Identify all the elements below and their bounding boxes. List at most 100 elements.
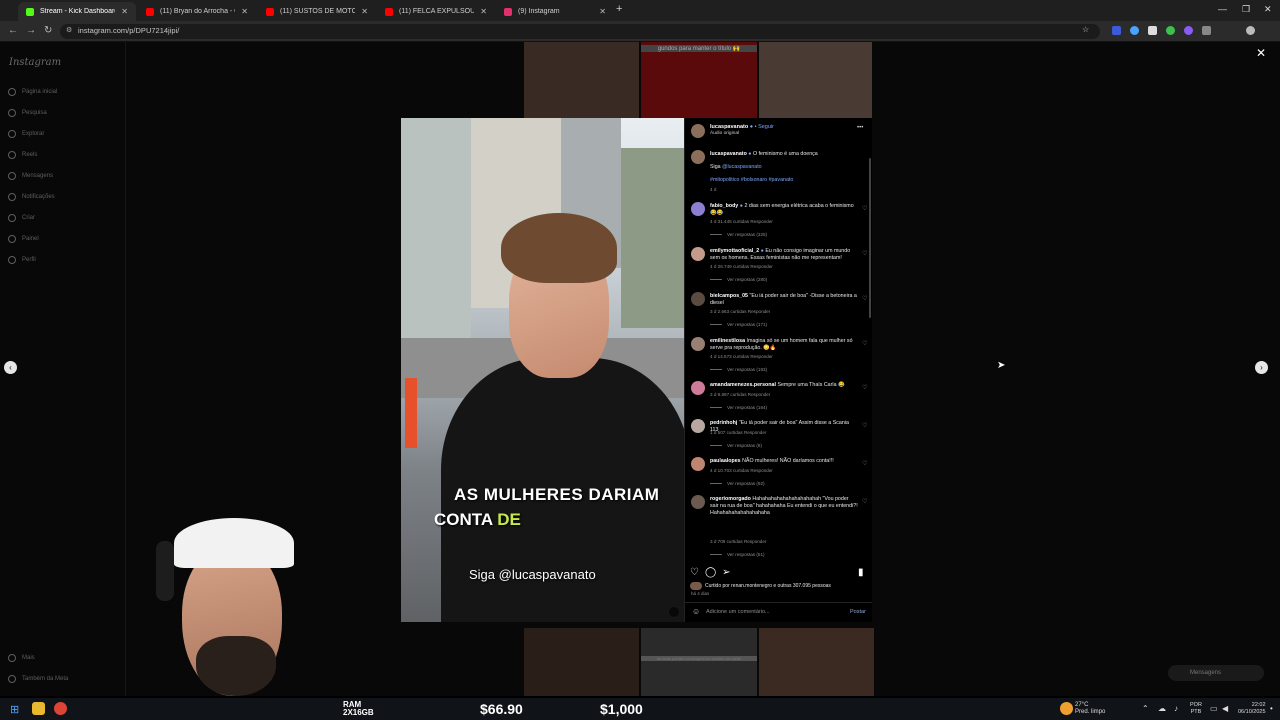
like-comment-heart-icon[interactable]: ♡ (862, 295, 867, 302)
close-modal-icon[interactable]: ✕ (1256, 46, 1266, 60)
feed-thumbnail[interactable] (759, 628, 874, 696)
commenter-avatar[interactable] (691, 292, 705, 306)
commenter-avatar[interactable] (691, 247, 705, 261)
commenter-avatar[interactable] (691, 381, 705, 395)
comment-username[interactable]: paulaalopes (710, 458, 741, 464)
feed-thumbnail[interactable] (524, 42, 639, 118)
volume-icon[interactable]: ◀ (1222, 704, 1228, 713)
forward-arrow-icon[interactable]: → (26, 25, 36, 36)
close-tab-icon[interactable]: ✕ (241, 7, 248, 16)
chrome-icon[interactable] (54, 702, 67, 715)
instagram-logo[interactable]: Instagram (9, 57, 61, 68)
sidebar-item-explore[interactable]: Explorar (8, 130, 44, 138)
file-explorer-icon[interactable] (32, 702, 45, 715)
sidebar-item-messages[interactable]: Mensagens (8, 172, 53, 180)
post-comment-button[interactable]: Postar (850, 609, 866, 615)
site-info-icon[interactable]: ⚙ (66, 26, 72, 34)
tab-youtube-3[interactable]: (11) FELCA EXPULSOU O SPIDE ✕ (377, 2, 495, 21)
comment-username[interactable]: bielcampos_05 (710, 293, 748, 299)
comment-input[interactable]: Adicione um comentário... (706, 609, 770, 615)
comment-username[interactable]: rogeriomorgado (710, 496, 751, 502)
feed-thumbnail[interactable]: gundos para manter o título 🙌 (641, 42, 757, 118)
like-comment-heart-icon[interactable]: ♡ (862, 205, 867, 212)
caption-hashtags[interactable]: #mitopolitico #bolsonaro #pavanato (710, 177, 858, 184)
tab-youtube-2[interactable]: (11) SUSTOS DE MOTO (EP. 23 ✕ (258, 2, 376, 21)
maximize-icon[interactable]: ❐ (1242, 4, 1250, 15)
like-comment-heart-icon[interactable]: ♡ (862, 340, 867, 347)
feed-thumbnail[interactable] (759, 42, 872, 118)
view-replies-link[interactable]: Ver respostas (280) (710, 277, 767, 282)
new-tab-plus-icon[interactable]: + (616, 3, 622, 15)
network-icon[interactable]: ▭ (1210, 704, 1218, 713)
share-send-icon[interactable]: ➢ (722, 567, 730, 578)
tab-kick-dashboard[interactable]: Stream - Kick Dashboard ✕ (18, 2, 136, 21)
sidebar-item-also-from-meta[interactable]: Também da Meta (8, 675, 68, 683)
commenter-avatar[interactable] (691, 419, 705, 433)
view-replies-link[interactable]: Ver respostas (92) (710, 481, 765, 486)
close-tab-icon[interactable]: ✕ (599, 7, 606, 16)
reload-icon[interactable]: ↻ (44, 25, 52, 36)
like-comment-heart-icon[interactable]: ♡ (862, 498, 867, 505)
weather-widget[interactable]: 27°C Pred. limpo (1075, 702, 1105, 716)
view-replies-link[interactable]: Ver respostas (193) (710, 367, 767, 372)
liked-by-text[interactable]: Curtido por renan.montenegro e outras 30… (705, 583, 831, 589)
previous-post-arrow-icon[interactable]: ‹ (4, 361, 17, 374)
minimize-icon[interactable]: — (1218, 4, 1227, 14)
notification-bell-icon[interactable]: • (1270, 704, 1273, 713)
close-tab-icon[interactable]: ✕ (480, 7, 487, 16)
profile-avatar[interactable] (1246, 26, 1255, 35)
feed-thumbnail[interactable]: as duas pontas convergem no sentido da r… (641, 628, 757, 696)
save-bookmark-icon[interactable]: ▮ (858, 567, 864, 578)
sidebar-item-reels[interactable]: Reels (8, 151, 37, 159)
commenter-avatar[interactable] (691, 337, 705, 351)
sidebar-item-create[interactable]: Criar (8, 214, 35, 222)
mic-icon[interactable]: ♪ (1174, 704, 1178, 713)
author-avatar[interactable] (691, 150, 705, 164)
tray-chevron-icon[interactable]: ⌃ (1142, 704, 1149, 713)
extension-icon[interactable] (1148, 26, 1157, 35)
comment-username[interactable]: pedrinhohj (710, 420, 737, 426)
sidebar-item-notifications[interactable]: Notificações (8, 193, 55, 201)
sidebar-item-more[interactable]: Mais (8, 654, 35, 662)
author-username[interactable]: lucaspavanato (710, 124, 748, 130)
close-tab-icon[interactable]: ✕ (361, 7, 368, 16)
comment-username[interactable]: emilinestilosa (710, 338, 745, 344)
like-comment-heart-icon[interactable]: ♡ (862, 250, 867, 257)
bookmark-star-icon[interactable]: ☆ (1082, 25, 1089, 34)
system-clock[interactable]: 22:02 06/10/2025 (1238, 702, 1266, 716)
view-replies-link[interactable]: Ver respostas (8) (710, 443, 762, 448)
extensions-puzzle-icon[interactable] (1202, 26, 1211, 35)
extension-icon[interactable] (1166, 26, 1175, 35)
tab-instagram[interactable]: (9) Instagram ✕ (496, 2, 614, 21)
commenter-avatar[interactable] (691, 202, 705, 216)
author-avatar[interactable] (691, 124, 705, 138)
sidebar-item-dashboard[interactable]: Painel (8, 235, 39, 243)
language-indicator[interactable]: POR PTB (1190, 702, 1202, 716)
view-replies-link[interactable]: Ver respostas (171) (710, 322, 767, 327)
caption-username[interactable]: lucaspavanato (710, 151, 747, 157)
extension-icon[interactable] (1130, 26, 1139, 35)
extension-icon[interactable] (1112, 26, 1121, 35)
next-post-arrow-icon[interactable]: › (1255, 361, 1268, 374)
sidebar-item-profile[interactable]: Perfil (8, 256, 36, 264)
commenter-avatar[interactable] (691, 495, 705, 509)
view-replies-link[interactable]: Ver respostas (51) (710, 552, 765, 557)
windows-start-icon[interactable]: ⊞ (10, 703, 19, 716)
view-replies-link[interactable]: Ver respostas (164) (710, 405, 767, 410)
feed-thumbnail[interactable] (524, 628, 639, 696)
messages-pill[interactable]: Mensagens (1168, 665, 1264, 681)
reel-video[interactable]: AS MULHERES DARIAM CONTA DE Siga @lucasp… (401, 118, 684, 622)
url-field[interactable]: ⚙ instagram.com/p/DPU7214jipi/ ☆ (60, 24, 1100, 39)
caption-mention-link[interactable]: @lucaspavanato (722, 164, 762, 170)
emoji-icon[interactable]: ☺ (692, 607, 700, 616)
tab-youtube-1[interactable]: (11) Bryan do Arrocha - Ca ✕ (138, 2, 256, 21)
close-tab-icon[interactable]: ✕ (121, 7, 128, 16)
comment-username[interactable]: emilymottaoficial_2 (710, 248, 759, 254)
comment-username[interactable]: fabio_body (710, 203, 738, 209)
sidebar-item-search[interactable]: Pesquisa (8, 109, 47, 117)
window-close-icon[interactable]: ✕ (1264, 4, 1272, 15)
cloud-icon[interactable]: ☁ (1158, 704, 1166, 713)
more-options-icon[interactable]: ••• (857, 125, 863, 131)
comment-username[interactable]: amandamenezes.personal (710, 382, 776, 388)
commenter-avatar[interactable] (691, 457, 705, 471)
